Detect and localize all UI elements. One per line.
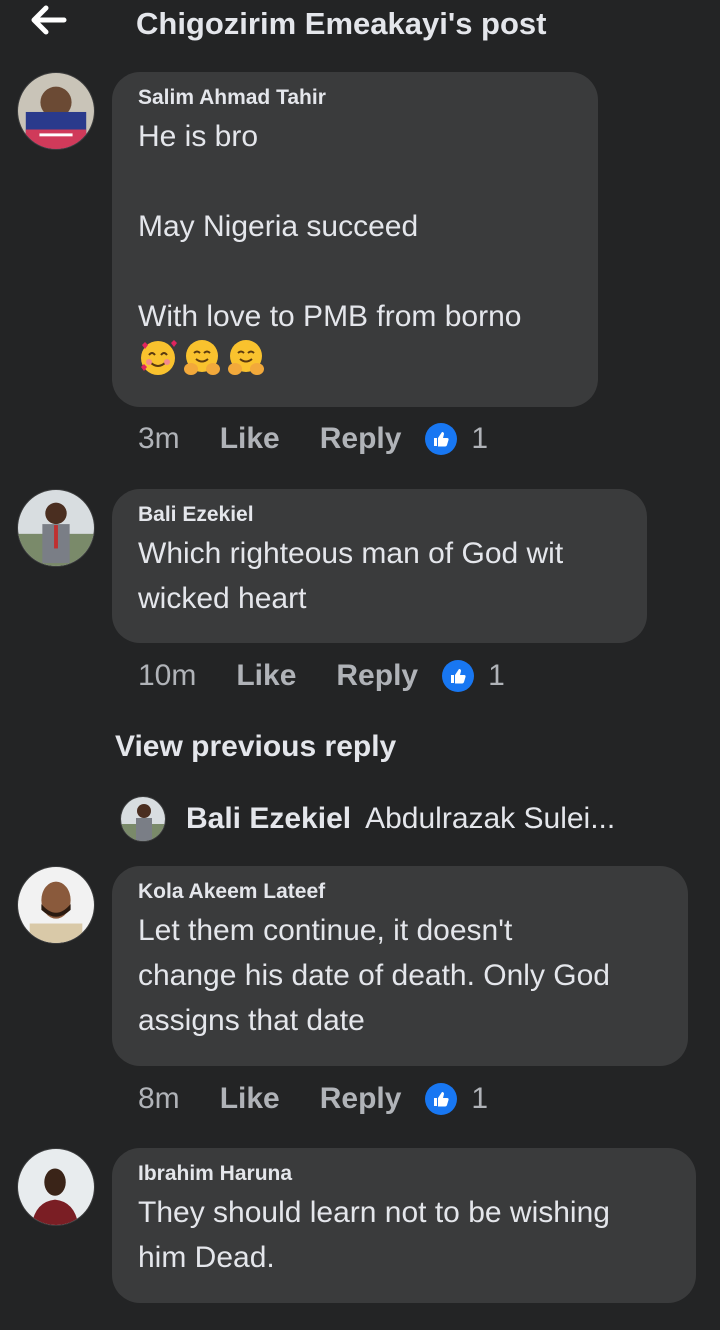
comment-text: Which righteous man of God wit wicked he… — [138, 537, 564, 615]
avatar — [120, 796, 166, 842]
like-button[interactable]: Like — [236, 659, 296, 693]
reaction-count: 1 — [471, 422, 489, 455]
avatar[interactable] — [17, 866, 95, 944]
avatar[interactable] — [17, 1148, 95, 1226]
profile-photo — [18, 1149, 94, 1225]
like-button[interactable]: Like — [220, 422, 280, 456]
reply-author: Bali Ezekiel — [186, 802, 352, 835]
top-bar: Chigozirim Emeakayi's post — [0, 0, 720, 50]
comment-actions: 3m Like Reply 1 — [138, 422, 488, 456]
comment-author[interactable]: Kola Akeem Lateef — [138, 880, 662, 904]
comment-author[interactable]: Bali Ezekiel — [138, 503, 621, 527]
page-title: Chigozirim Emeakayi's post — [136, 6, 547, 41]
comment-bubble[interactable]: Ibrahim Haruna They should learn not to … — [112, 1148, 696, 1303]
thumbs-up-icon — [425, 1083, 458, 1115]
view-previous-reply-link[interactable]: View previous reply — [115, 730, 396, 764]
comment-text: Let them continue, it doesn't change his… — [138, 914, 610, 1037]
comment-time[interactable]: 10m — [138, 659, 196, 693]
thumbs-up-icon — [425, 423, 458, 455]
comment-author[interactable]: Salim Ahmad Tahir — [138, 86, 572, 110]
smiling-face-with-hearts-icon — [141, 340, 177, 375]
profile-photo — [18, 490, 94, 566]
reaction-count: 1 — [488, 659, 505, 692]
comment-bubble[interactable]: Salim Ahmad Tahir He is bro May Nigeria … — [112, 72, 598, 407]
reaction-count: 1 — [471, 1082, 489, 1115]
comment-bubble[interactable]: Kola Akeem Lateef Let them continue, it … — [112, 866, 688, 1066]
avatar[interactable] — [17, 72, 95, 150]
reply-button[interactable]: Reply — [320, 422, 402, 456]
avatar[interactable] — [17, 489, 95, 567]
like-button[interactable]: Like — [220, 1082, 280, 1116]
reaction-summary[interactable]: 1 — [442, 659, 505, 693]
emoji-row — [138, 337, 572, 377]
comment-bubble[interactable]: Bali Ezekiel Which righteous man of God … — [112, 489, 647, 643]
reply-button[interactable]: Reply — [320, 1082, 402, 1116]
hugging-face-icon — [184, 340, 220, 375]
arrow-left-icon — [31, 5, 67, 35]
comment-time[interactable]: 8m — [138, 1082, 180, 1116]
reply-button[interactable]: Reply — [336, 659, 418, 693]
comment-actions: 10m Like Reply 1 — [138, 659, 505, 693]
reply-snippet: Abdulrazak Sulei... — [365, 802, 616, 835]
hugging-face-icon — [228, 340, 264, 375]
thumbs-up-icon — [442, 660, 475, 692]
profile-photo — [121, 797, 165, 841]
comment-text: He is bro May Nigeria succeed With love … — [138, 120, 522, 333]
comment-time[interactable]: 3m — [138, 422, 180, 456]
comment-actions: 8m Like Reply 1 — [138, 1082, 488, 1116]
reply-preview[interactable]: Bali Ezekiel Abdulrazak Sulei... — [120, 795, 615, 843]
reaction-summary[interactable]: 1 — [425, 422, 488, 456]
comment-author[interactable]: Ibrahim Haruna — [138, 1162, 670, 1186]
comment-text: They should learn not to be wishing him … — [138, 1196, 610, 1274]
back-button[interactable] — [28, 4, 68, 36]
profile-photo — [18, 73, 94, 149]
profile-photo — [18, 867, 94, 943]
reaction-summary[interactable]: 1 — [425, 1082, 488, 1116]
